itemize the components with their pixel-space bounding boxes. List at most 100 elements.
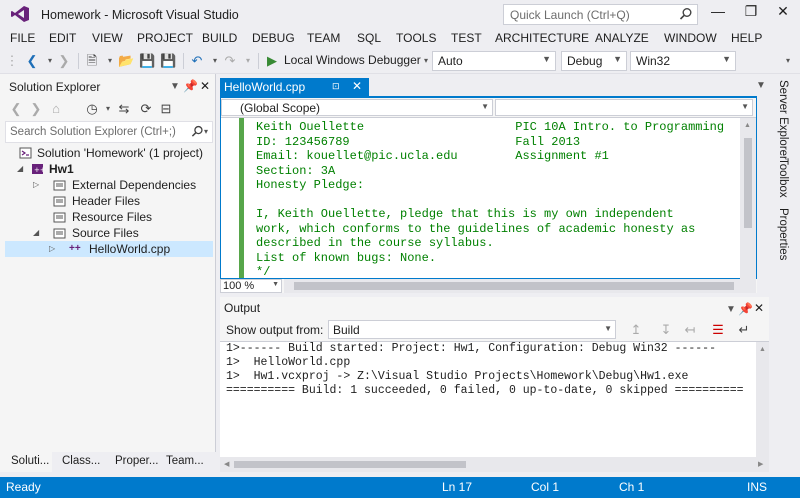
tree-item-source-files[interactable]: ◢ Source Files [5,225,213,241]
history-dropdown-icon[interactable]: ▾ [100,101,116,117]
tab-class-view[interactable]: Class... [62,455,100,467]
menu-window[interactable]: WINDOW [664,31,717,45]
menu-view[interactable]: VIEW [92,31,123,45]
output-text-area[interactable]: 1>------ Build started: Project: Hw1, Co… [220,341,769,458]
home-icon[interactable]: ⌂ [48,101,64,117]
scrollbar-thumb[interactable] [234,461,466,468]
save-all-icon[interactable]: 💾 [160,53,176,69]
document-list-icon[interactable]: ▼ [756,80,766,91]
expanded-arrow-icon[interactable]: ◢ [17,161,23,177]
platform-combo[interactable]: Win32 ▼ [630,51,736,71]
collapsed-arrow-icon[interactable]: ▷ [33,177,39,193]
close-tab-icon[interactable]: ✕ [352,79,362,93]
pin-tab-icon[interactable]: ⊡ [332,81,340,92]
scrollbar-thumb[interactable] [294,282,734,290]
next-message-icon[interactable]: ↧ [658,322,674,338]
vertical-scrollbar[interactable]: ▲ [756,342,769,458]
menu-team[interactable]: TEAM [307,31,340,45]
tab-helloworld-cpp[interactable]: HelloWorld.cpp ⊡ ✕ [220,78,369,96]
refresh-icon[interactable]: ⟳ [138,101,154,117]
search-icon[interactable] [191,125,204,138]
forward-icon[interactable]: ❯ [28,101,44,117]
menu-file[interactable]: FILE [10,31,35,45]
tab-toolbox[interactable]: Toolbox [777,158,789,198]
menu-architecture[interactable]: ARCHITECTURE [495,31,589,45]
forward-icon[interactable]: ❯ [56,53,72,69]
menu-build[interactable]: BUILD [202,31,237,45]
close-panel-icon[interactable]: ✕ [200,79,210,93]
horizontal-scrollbar[interactable]: ◀ ▶ [220,457,769,472]
search-icon[interactable] [679,7,693,21]
tree-item-external-dependencies[interactable]: ▷ External Dependencies [5,177,213,193]
sync-icon[interactable]: ⇆ [116,101,132,117]
clear-all-icon[interactable]: ☰ [710,322,726,338]
back-icon[interactable]: ❮ [8,101,24,117]
word-wrap-icon[interactable]: ↵ [736,322,752,338]
scroll-up-icon[interactable]: ▲ [759,346,766,353]
history-icon[interactable]: ◷ [84,101,100,117]
menu-debug[interactable]: DEBUG [252,31,295,45]
menu-test[interactable]: TEST [451,31,482,45]
back-icon[interactable]: ❮ [24,53,40,69]
tree-item-solution[interactable]: Solution 'Homework' (1 project) [5,145,213,161]
auto-combo[interactable]: Auto ▼ [432,51,556,71]
tree-label: HelloWorld.cpp [89,242,171,256]
pin-icon[interactable]: 📌 [183,79,198,93]
collapse-all-icon[interactable]: ⊟ [158,101,174,117]
toolbar-overflow-icon[interactable]: ▾ [780,53,796,69]
scroll-left-icon[interactable]: ◀ [224,460,229,468]
debugger-label[interactable]: Local Windows Debugger [284,53,421,67]
vertical-scrollbar[interactable]: ▲ [740,118,756,280]
tab-team-explorer[interactable]: Team... [166,455,204,467]
restore-button[interactable]: ❐ [737,3,765,25]
member-dropdown[interactable]: ▼ [495,99,753,116]
menu-sql[interactable]: SQL [357,31,381,45]
scroll-right-icon[interactable]: ▶ [758,460,763,468]
start-debug-icon[interactable]: ▶ [264,53,280,69]
tab-server-explorer[interactable]: Server Explorer [777,80,789,160]
save-icon[interactable]: 💾 [139,53,155,69]
undo-icon[interactable]: ↶ [189,53,205,69]
code-editor[interactable]: (Global Scope) ▼ ▼ Keith Ouellette PIC 1… [220,96,757,280]
zoom-dropdown[interactable]: 100 % ▼ [220,279,282,293]
pin-icon[interactable]: 📌 [738,302,753,316]
tree-item-project[interactable]: ◢ ++ Hw1 [5,161,213,177]
menu-analyze[interactable]: ANALYZE [595,31,649,45]
collapsed-arrow-icon[interactable]: ▷ [49,241,55,257]
new-project-icon[interactable]: 🗎 [84,53,100,69]
menu-project[interactable]: PROJECT [137,31,193,45]
close-panel-icon[interactable]: ✕ [754,301,764,315]
search-options-icon[interactable]: ▾ [204,127,208,136]
tree-item-resource-files[interactable]: Resource Files [5,209,213,225]
undo-dropdown-icon[interactable]: ▾ [207,53,223,69]
horizontal-scrollbar[interactable] [284,279,756,293]
open-file-icon[interactable]: 📂 [118,53,134,69]
redo-icon[interactable]: ↷ [222,53,238,69]
window-position-icon[interactable]: ▼ [726,304,736,315]
window-position-icon[interactable]: ▼ [170,81,180,92]
tree-item-header-files[interactable]: Header Files [5,193,213,209]
menu-help[interactable]: HELP [731,31,762,45]
tab-solution-explorer[interactable]: Soluti... [0,452,52,472]
tree-item-helloworld-cpp[interactable]: ▷ ++ HelloWorld.cpp [5,241,213,257]
new-project-dropdown-icon[interactable]: ▾ [102,53,118,69]
tab-property-manager[interactable]: Proper... [115,455,158,467]
code-text[interactable]: Keith Ouellette PIC 10A Intro. to Progra… [256,120,724,280]
tab-properties[interactable]: Properties [777,208,789,260]
quick-launch-input[interactable]: Quick Launch (Ctrl+Q) [503,4,698,25]
solution-search-input[interactable]: Search Solution Explorer (Ctrl+;) ▾ [5,121,213,143]
redo-dropdown-icon[interactable]: ▾ [240,53,256,69]
output-toolbar: Show output from: Build ▼ ↥ ↧ ↤ ☰ ↵ [220,319,769,341]
find-message-icon[interactable]: ↤ [682,322,698,338]
scrollbar-thumb[interactable] [744,138,752,228]
output-source-dropdown[interactable]: Build ▼ [328,320,616,339]
menu-tools[interactable]: TOOLS [396,31,436,45]
close-window-button[interactable]: ✕ [769,3,797,25]
previous-message-icon[interactable]: ↥ [628,322,644,338]
scope-dropdown[interactable]: (Global Scope) ▼ [221,99,493,116]
minimize-button[interactable]: — [704,3,732,25]
expanded-arrow-icon[interactable]: ◢ [33,225,39,241]
configuration-combo[interactable]: Debug ▼ [561,51,627,71]
menu-edit[interactable]: EDIT [49,31,76,45]
scroll-up-icon[interactable]: ▲ [744,122,751,129]
